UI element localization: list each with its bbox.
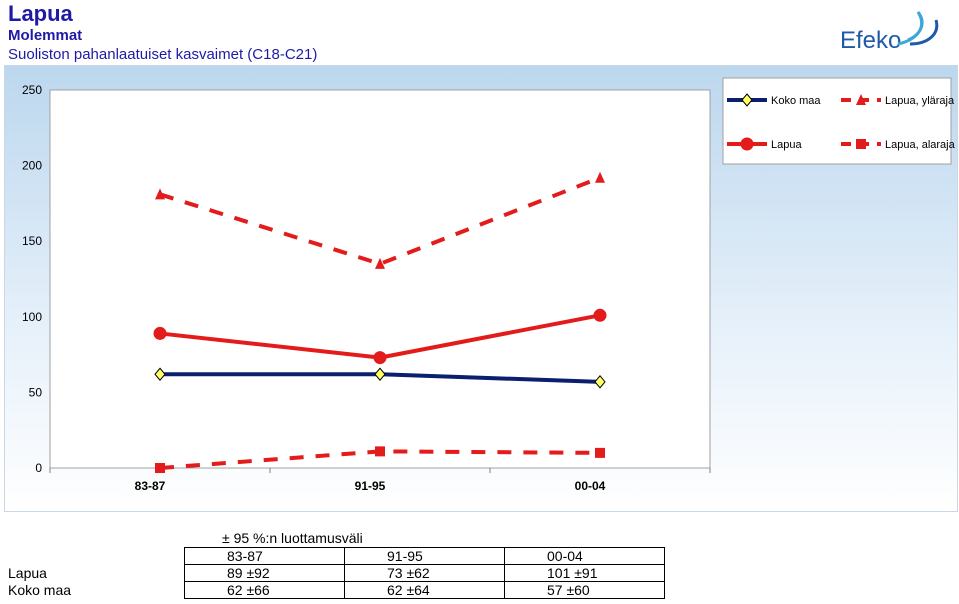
table-cell: 62 ±64 [344,581,505,599]
confidence-interval-label: ± 95 %:n luottamusväli [222,530,363,546]
data-point [595,447,605,458]
y-tick-label: 50 [29,385,43,399]
logo-swoosh-icon [897,11,924,46]
x-tick-label: 91-95 [355,479,386,493]
legend-marker [856,139,866,149]
table-row: Lapua 89 ±92 73 ±62 101 ±91 [4,564,665,582]
legend-box [722,77,952,165]
table-header-cell: 91-95 [344,547,505,565]
data-table: 83-87 91-95 00-04 Lapua 89 ±92 73 ±62 10… [4,547,665,599]
table-cell: 89 ±92 [184,564,345,582]
table-row: Koko maa 62 ±66 62 ±64 57 ±60 [4,581,665,599]
legend-label: Lapua, yläraja [885,95,955,107]
data-point [153,326,167,340]
legend-marker [740,137,754,151]
data-point [155,463,165,473]
page-subtitle: Molemmat [8,27,83,44]
y-tick-label: 0 [35,461,42,475]
x-tick-label: 83-87 [135,479,166,493]
table-header-cell: 83-87 [184,547,345,565]
table-cell: 101 ±91 [504,564,665,582]
data-point [375,446,385,457]
table-cell: 73 ±62 [344,564,505,582]
table-cell: 62 ±66 [184,581,345,599]
line-chart: 0 50 100 150 200 250 83-87 91-95 00-04 Koko maa… [22,77,956,493]
y-tick-label: 100 [22,310,42,324]
chart-subtitle: Suoliston pahanlaatuiset kasvaimet (C18-… [8,46,318,63]
y-tick-label: 250 [22,83,42,97]
row-label: Koko maa [8,582,72,598]
chart-panel: 0 50 100 150 200 250 83-87 91-95 00-04 Koko maa… [4,65,958,512]
y-tick-label: 200 [22,159,42,173]
legend-label: Lapua [771,139,802,151]
table-cell: 57 ±60 [504,581,665,599]
page-title: Lapua [8,1,73,26]
legend-label: Lapua, alaraja [885,139,956,151]
row-label: Lapua [8,565,47,581]
x-tick-label: 00-04 [575,479,606,493]
legend-label: Koko maa [771,95,821,107]
efeko-logo: Efeko [840,11,939,54]
table-header-cell: 00-04 [504,547,665,565]
table-header-row: 83-87 91-95 00-04 [4,547,665,565]
plot-area [49,89,711,469]
data-point [593,308,607,322]
y-tick-label: 150 [22,234,42,248]
data-point [373,351,387,365]
logo-text: Efeko [840,27,901,54]
